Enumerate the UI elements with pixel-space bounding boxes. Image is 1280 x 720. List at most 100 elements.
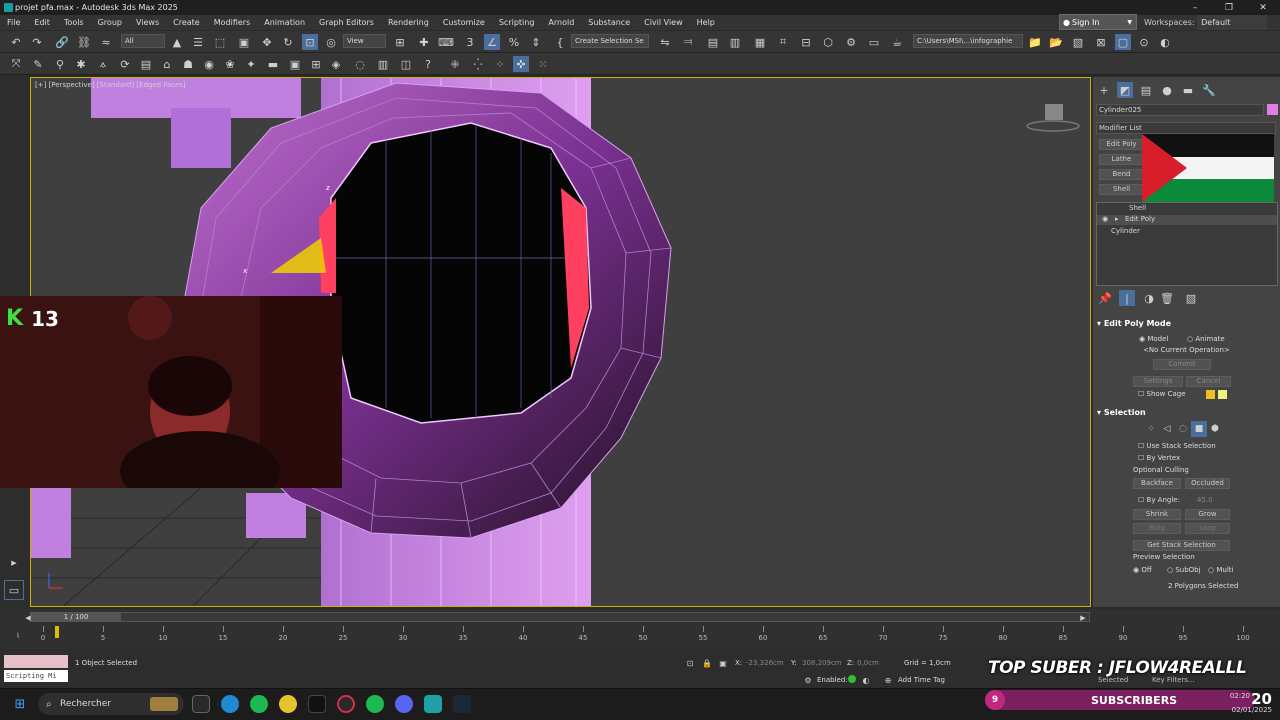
absolute-mode-icon[interactable]: ▣ (715, 655, 731, 671)
menu-customize[interactable]: Customize (436, 15, 492, 30)
by-angle-checkbox[interactable]: ☐ By Angle: (1138, 496, 1180, 504)
stack-item-shell[interactable]: Shell (1097, 204, 1277, 214)
pivot-center-icon[interactable]: ⊞ (392, 34, 408, 50)
add-time-tag-icon[interactable]: ⊕ (880, 672, 896, 688)
ring-button[interactable]: Ring (1133, 523, 1181, 534)
model-radio[interactable]: ◉ Model (1139, 335, 1168, 343)
maximize-button[interactable]: ❐ (1212, 0, 1246, 15)
adaptive-degradation-icon[interactable]: ◐ (858, 672, 874, 688)
layers-icon[interactable]: ◫ (398, 56, 414, 72)
quick-lathe-button[interactable]: Lathe (1099, 154, 1144, 165)
occluded-button[interactable]: Occluded (1185, 478, 1230, 489)
material-editor-icon[interactable]: ⬡ (820, 34, 836, 50)
menu-scripting[interactable]: Scripting (492, 15, 542, 30)
quick-bend-button[interactable]: Bend (1099, 169, 1144, 180)
menu-modifiers[interactable]: Modifiers (207, 15, 258, 30)
menu-graph-editors[interactable]: Graph Editors (312, 15, 381, 30)
rectangular-selection-icon[interactable]: ⬚ (212, 34, 228, 50)
unlink-icon[interactable]: ⛓ (76, 34, 92, 50)
schematic-view-icon[interactable]: ⊟ (798, 34, 814, 50)
show-end-result-icon[interactable]: | (1119, 290, 1135, 306)
get-stack-selection-button[interactable]: Get Stack Selection (1133, 540, 1230, 551)
create-tab-icon[interactable]: + (1096, 82, 1112, 98)
time-slider-thumb[interactable]: 1 / 100 (31, 613, 121, 621)
y-coordinate[interactable]: 308,209cm (802, 659, 842, 667)
sign-in-button[interactable]: ● Sign In ▼ (1059, 14, 1137, 30)
live-sync-icon[interactable]: ⊙ (1136, 34, 1152, 50)
slider-right-icon[interactable]: ▶ (1075, 610, 1091, 626)
curve-toggle-icon[interactable]: ⌇ (10, 628, 26, 644)
spotify-2-icon[interactable] (366, 695, 384, 713)
viewcube-ring[interactable] (1026, 120, 1080, 132)
spinner-snap-icon[interactable]: ⇕ (528, 34, 544, 50)
reference-coordinate-dropdown[interactable]: View (343, 34, 386, 48)
discord-icon[interactable] (395, 695, 413, 713)
move-icon[interactable]: ✥ (259, 34, 275, 50)
mirror-icon[interactable]: ⇋ (657, 34, 673, 50)
redo-icon[interactable]: ↷ (29, 34, 45, 50)
modifier-list-dropdown[interactable]: Modifier List (1096, 122, 1276, 134)
layer-explorer-icon[interactable]: ▥ (727, 34, 743, 50)
open-folder-icon[interactable]: 📂 (1048, 34, 1064, 50)
tiktok-icon[interactable] (308, 695, 326, 713)
window-crossing-icon[interactable]: ▣ (236, 34, 252, 50)
windows-start-icon[interactable]: ⊞ (12, 696, 28, 712)
maxscript-icon[interactable]: ⊠ (1093, 34, 1109, 50)
add-time-tag-label[interactable]: Add Time Tag (898, 676, 945, 684)
curve-editor-icon[interactable]: ⌗ (775, 34, 791, 50)
eye-icon[interactable]: ◉ (1102, 215, 1108, 223)
eye-icon[interactable]: ◈ (328, 56, 344, 72)
menu-tools[interactable]: Tools (57, 15, 91, 30)
stack-item-cylinder[interactable]: Cylinder (1097, 227, 1277, 237)
rendered-frame-icon[interactable]: ▭ (866, 34, 882, 50)
remove-modifier-icon[interactable]: 🗑 (1159, 290, 1175, 306)
selection-title[interactable]: ▾ Selection (1097, 408, 1146, 417)
menu-edit[interactable]: Edit (27, 15, 57, 30)
vertex-mode-icon[interactable]: ⁘ (1143, 421, 1159, 437)
configure-sets-icon[interactable]: ▧ (1183, 290, 1199, 306)
asset-tracking-icon[interactable]: ▧ (1070, 34, 1086, 50)
render-setup-icon[interactable]: ⚙ (843, 34, 859, 50)
use-stack-selection-checkbox[interactable]: ☐ Use Stack Selection (1138, 442, 1216, 450)
keyboard-shortcut-icon[interactable]: ⌨ (438, 34, 454, 50)
3ds-max-icon[interactable] (424, 695, 442, 713)
magnet-icon[interactable]: ⚲ (52, 56, 68, 72)
by-vertex-checkbox[interactable]: ☐ By Vertex (1138, 454, 1180, 462)
project-path-dropdown[interactable]: C:\Users\MSI\...\infographie (913, 34, 1023, 48)
helper-icon[interactable]: ▣ (287, 56, 303, 72)
menu-rendering[interactable]: Rendering (381, 15, 436, 30)
snap-vertex-icon[interactable]: ⁜ (447, 56, 463, 72)
stack-item-edit-poly[interactable]: ◉ ▸ Edit Poly (1097, 215, 1277, 225)
angle-value-field[interactable]: 45.0 (1197, 496, 1213, 504)
display-tab-icon[interactable]: ▬ (1180, 82, 1196, 98)
current-frame-marker[interactable] (55, 626, 59, 638)
edge-mode-icon[interactable]: ◁ (1159, 421, 1175, 437)
lock-icon[interactable]: 🔒 (699, 655, 715, 671)
select-object-icon[interactable]: ▲ (169, 34, 185, 50)
scene-explorer-icon[interactable]: ▤ (705, 34, 721, 50)
select-mode-icon[interactable]: ⤧ (8, 56, 24, 72)
quick-edit-poly-button[interactable]: Edit Poly (1099, 139, 1144, 150)
chrome-icon[interactable] (279, 695, 297, 713)
edit-poly-mode-title[interactable]: ▾ Edit Poly Mode (1097, 319, 1171, 328)
grid-icon[interactable]: ⊞ (308, 56, 324, 72)
backface-button[interactable]: Backface (1133, 478, 1181, 489)
maxscript-listener[interactable] (4, 655, 68, 668)
star-icon[interactable]: ✱ (73, 56, 89, 72)
placement-icon[interactable]: ◎ (323, 34, 339, 50)
paint-select-icon[interactable]: ✎ (30, 56, 46, 72)
settings-button[interactable]: Settings (1133, 376, 1183, 387)
menu-animation[interactable]: Animation (257, 15, 312, 30)
animate-radio[interactable]: ○ Animate (1187, 335, 1225, 343)
light-icon[interactable]: ✦ (243, 56, 259, 72)
modify-tab-icon[interactable]: ◩ (1117, 82, 1133, 98)
element-mode-icon[interactable]: ⬢ (1207, 421, 1223, 437)
edge-browser-icon[interactable] (221, 695, 239, 713)
cage-color-swatch-2[interactable] (1218, 390, 1227, 399)
help-icon[interactable]: ? (420, 56, 436, 72)
utilities-tab-icon[interactable]: 🔧 (1201, 82, 1217, 98)
minimize-button[interactable]: – (1178, 0, 1212, 15)
scale-icon[interactable]: ⊡ (302, 34, 318, 50)
close-button[interactable]: ✕ (1246, 0, 1280, 15)
snap-edge-icon[interactable]: ⁛ (470, 56, 486, 72)
